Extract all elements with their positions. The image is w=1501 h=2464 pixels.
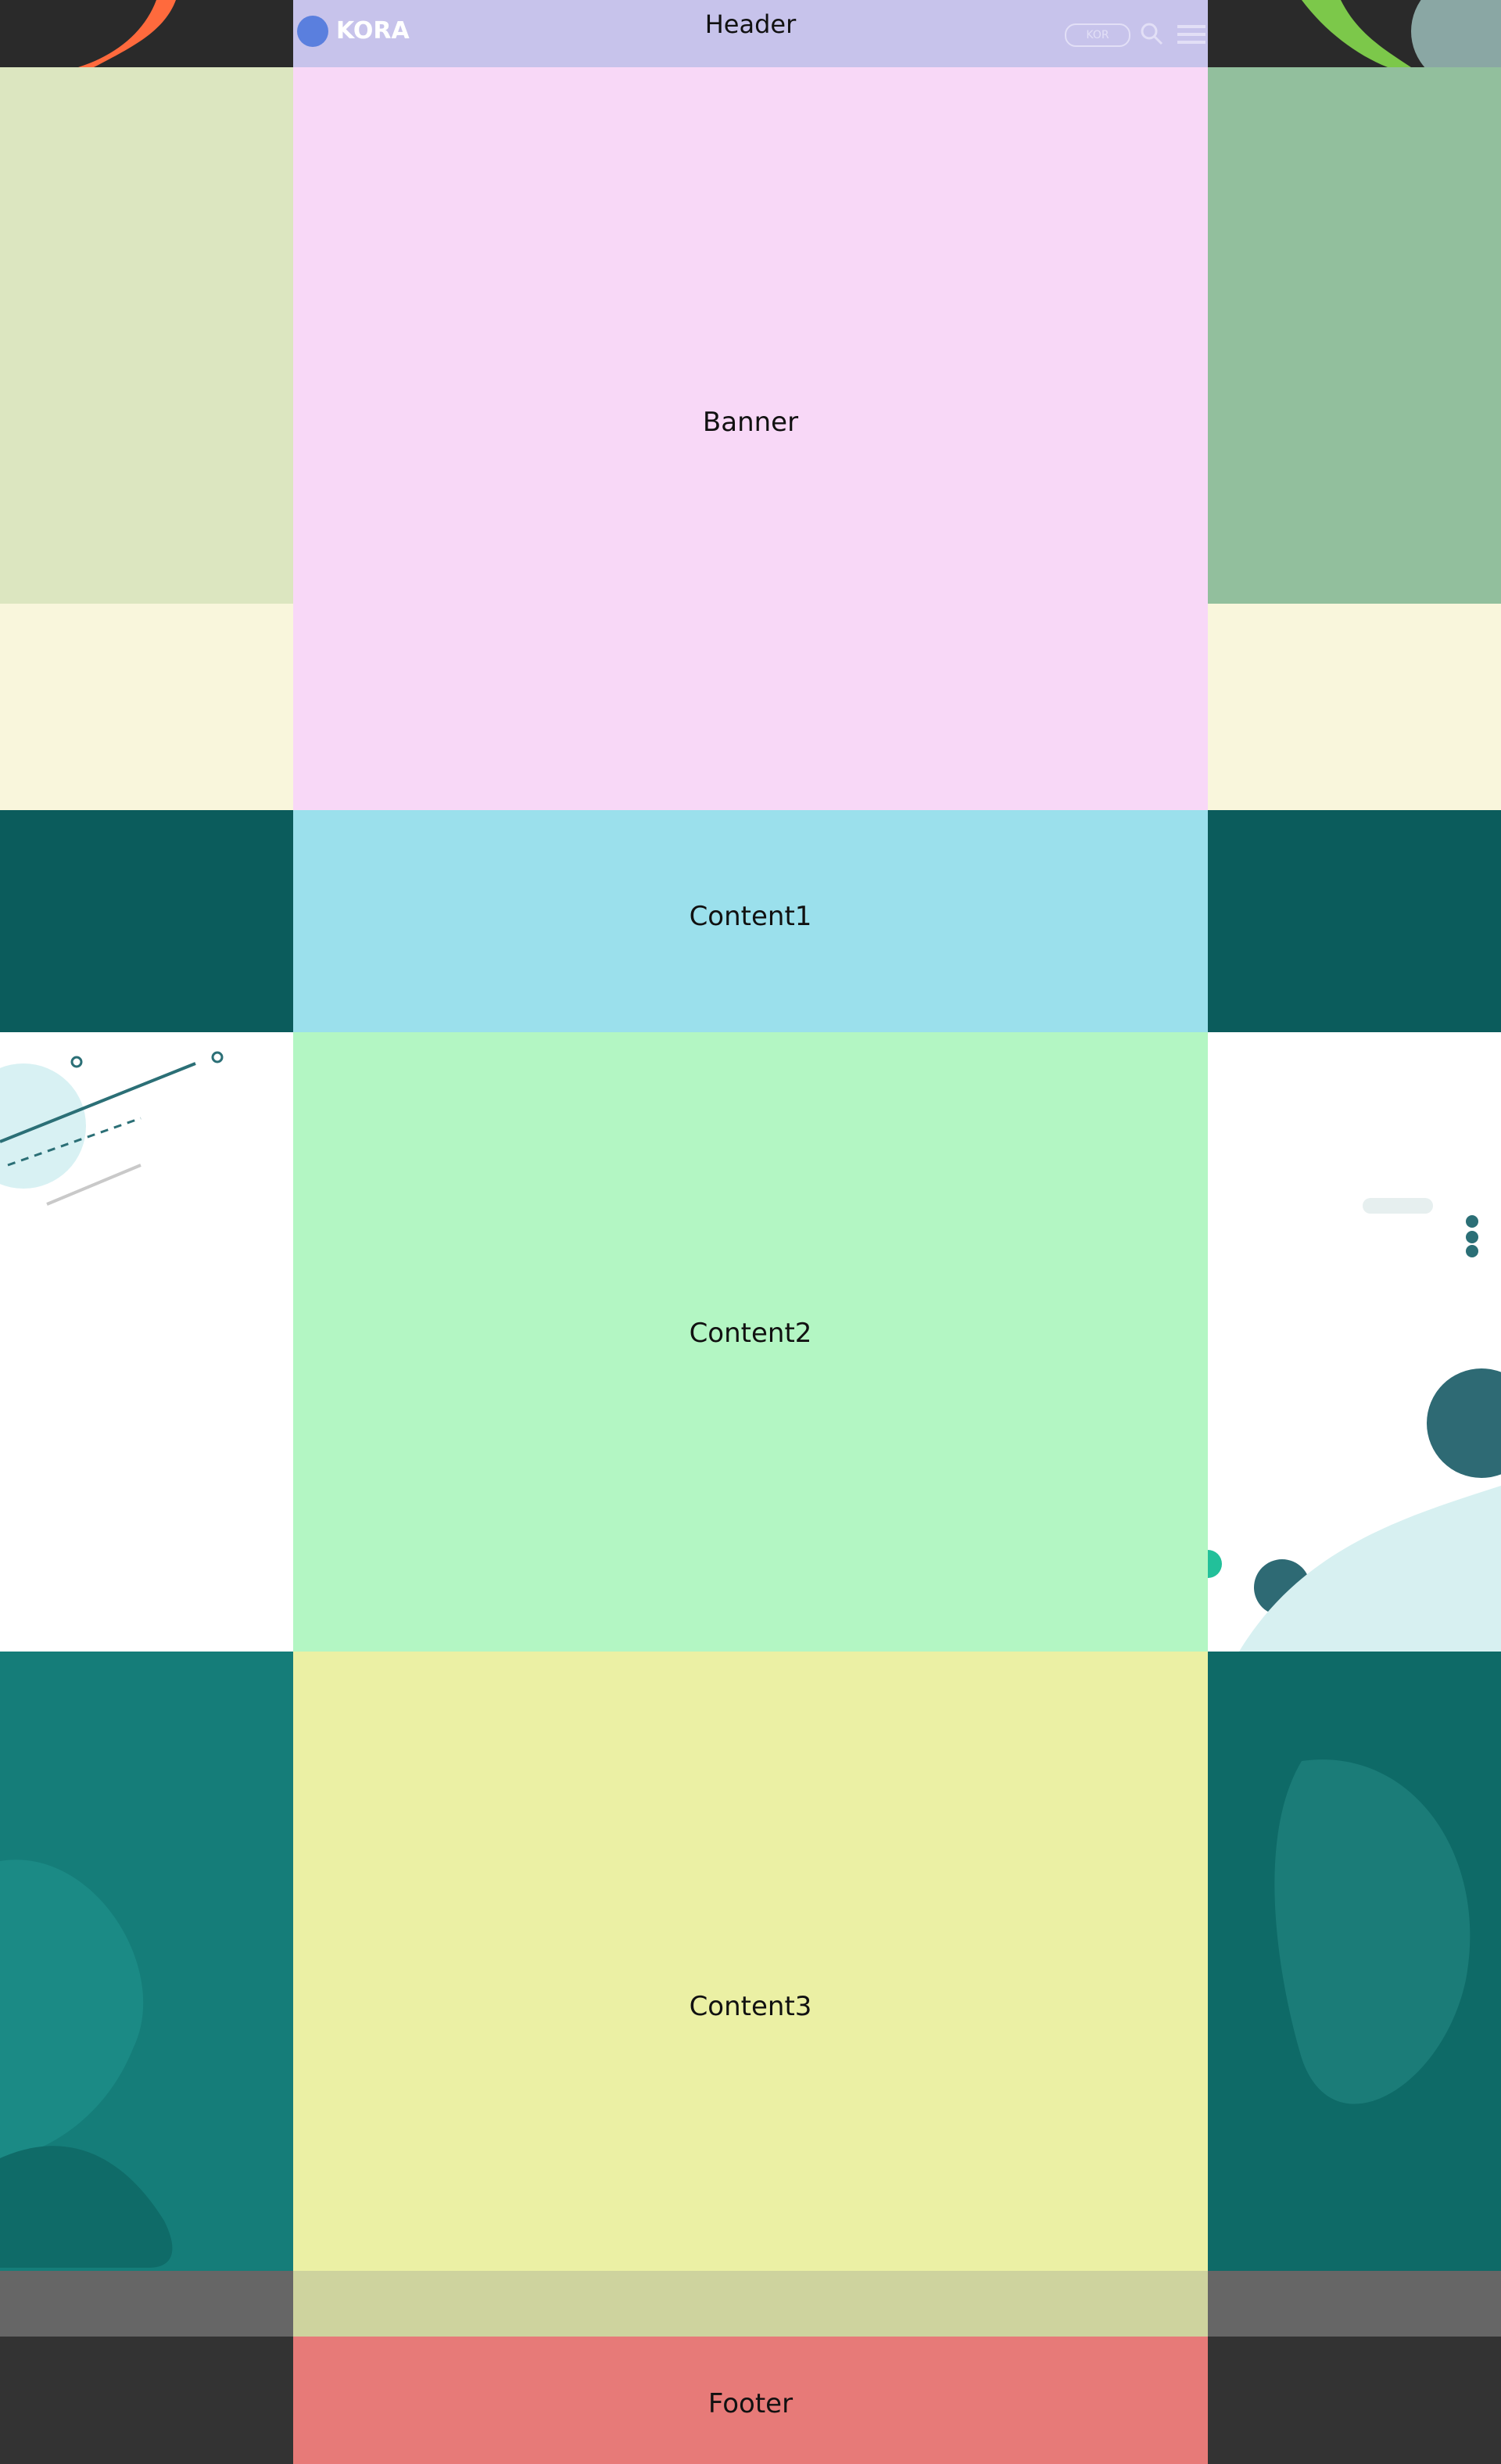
banner-left-background	[0, 67, 293, 604]
banner-region	[293, 67, 1208, 810]
banner-lower-left-background	[0, 604, 293, 810]
search-icon[interactable]	[1140, 22, 1163, 45]
decor-content2-left-lines	[0, 1051, 224, 1206]
partner-strip-region	[293, 2271, 1208, 2337]
language-select[interactable]: KOR	[1065, 23, 1130, 47]
footer-section-label: Footer	[708, 2388, 793, 2419]
decor-right-corner	[1302, 0, 1501, 67]
content3-section-label: Content3	[689, 1991, 812, 2022]
banner-lower-right-background	[1208, 604, 1501, 810]
content1-section-label: Content1	[689, 901, 812, 932]
banner-section-label: Banner	[702, 407, 799, 438]
banner-right-background	[1208, 67, 1501, 604]
decor-content3-right-blobs	[1274, 1759, 1471, 2104]
language-select-label: KOR	[1086, 29, 1109, 41]
hamburger-menu-icon[interactable]	[1177, 23, 1205, 45]
decor-left-corner	[78, 0, 176, 67]
decor-content2-right-shapes	[1208, 1198, 1501, 1652]
